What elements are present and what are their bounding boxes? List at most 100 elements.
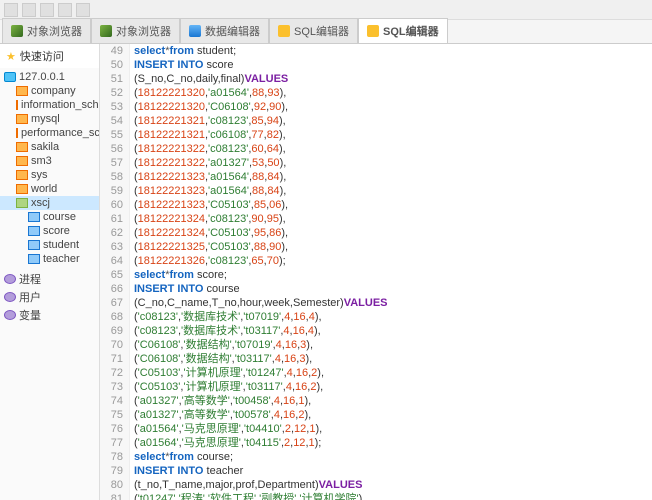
quick-label: 快速访问: [20, 48, 64, 64]
tree-label: information_schema: [21, 99, 100, 111]
folder-icon: [16, 86, 28, 96]
tab-icon: [11, 25, 23, 37]
tab-icon: [100, 25, 112, 37]
code-line[interactable]: 69('c08123','数据库技术','t03117',4,16,4),: [100, 324, 652, 338]
tab[interactable]: SQL编辑器: [269, 18, 358, 43]
code-text: INSERT INTO course: [130, 282, 240, 296]
code-line[interactable]: 75('a01327','高等数学','t00578',4,16,2),: [100, 408, 652, 422]
tree-item[interactable]: 127.0.0.1: [0, 70, 99, 84]
line-number: 59: [100, 184, 130, 198]
code-line[interactable]: 64(18122221326,'c08123',65,70);: [100, 254, 652, 268]
code-line[interactable]: 56(18122221322,'c08123',60,64),: [100, 142, 652, 156]
code-line[interactable]: 67(C_no,C_name,T_no,hour,week,Semester)V…: [100, 296, 652, 310]
code-line[interactable]: 78select*from course;: [100, 450, 652, 464]
line-number: 68: [100, 310, 130, 324]
code-line[interactable]: 68('c08123','数据库技术','t07019',4,16,4),: [100, 310, 652, 324]
code-line[interactable]: 72('C05103','计算机原理','t01247',4,16,2),: [100, 366, 652, 380]
line-number: 78: [100, 450, 130, 464]
code-text: (18122221325,'C05103',88,90),: [130, 240, 288, 254]
line-number: 60: [100, 198, 130, 212]
toolbar-btn[interactable]: [4, 3, 18, 17]
code-line[interactable]: 76('a01564','马克思原理','t04410',2,12,1),: [100, 422, 652, 436]
code-text: (18122221321,'c08123',85,94),: [130, 114, 286, 128]
tree-label: score: [43, 225, 70, 237]
code-line[interactable]: 58(18122221323,'a01564',88,84),: [100, 170, 652, 184]
code-line[interactable]: 61(18122221324,'c08123',90,95),: [100, 212, 652, 226]
db-tree: 127.0.0.1companyinformation_schemamysqlp…: [0, 68, 99, 326]
code-line[interactable]: 51(S_no,C_no,daily,final)VALUES: [100, 72, 652, 86]
code-line[interactable]: 77('a01564','马克思原理','t04115',2,12,1);: [100, 436, 652, 450]
tree-item[interactable]: information_schema: [0, 98, 99, 112]
code-line[interactable]: 49select*from student;: [100, 44, 652, 58]
tree-item[interactable]: course: [0, 210, 99, 224]
code-line[interactable]: 63(18122221325,'C05103',88,90),: [100, 240, 652, 254]
code-line[interactable]: 54(18122221321,'c08123',85,94),: [100, 114, 652, 128]
code-line[interactable]: 55(18122221321,'c06108',77,82),: [100, 128, 652, 142]
code-line[interactable]: 50INSERT INTO score: [100, 58, 652, 72]
tree-label: sakila: [31, 141, 59, 153]
line-number: 75: [100, 408, 130, 422]
code-line[interactable]: 80(t_no,T_name,major,prof,Department)VAL…: [100, 478, 652, 492]
tree-item[interactable]: 用户: [0, 288, 99, 306]
tree-item[interactable]: score: [0, 224, 99, 238]
code-line[interactable]: 81('t01247','程涛','软件工程','副教授','计算机学院'),: [100, 492, 652, 500]
line-number: 50: [100, 58, 130, 72]
tree-item[interactable]: mysql: [0, 112, 99, 126]
quick-access[interactable]: ★ 快速访问: [0, 44, 99, 68]
code-line[interactable]: 65select*from score;: [100, 268, 652, 282]
sidebar: ★ 快速访问 127.0.0.1companyinformation_schem…: [0, 44, 100, 500]
toolbar-btn[interactable]: [58, 3, 72, 17]
tree-item[interactable]: 进程: [0, 270, 99, 288]
tab[interactable]: SQL编辑器: [358, 18, 448, 43]
tree-label: mysql: [31, 113, 60, 125]
code-line[interactable]: 70('C06108','数据结构','t07019',4,16,3),: [100, 338, 652, 352]
code-line[interactable]: 62(18122221324,'C05103',95,86),: [100, 226, 652, 240]
tree-item[interactable]: performance_schema: [0, 126, 99, 140]
tree-item[interactable]: teacher: [0, 252, 99, 266]
tree-item[interactable]: world: [0, 182, 99, 196]
line-number: 58: [100, 170, 130, 184]
line-number: 65: [100, 268, 130, 282]
code-text: ('C06108','数据结构','t03117',4,16,3),: [130, 352, 312, 366]
tab-bar: 对象浏览器对象浏览器数据编辑器SQL编辑器SQL编辑器: [0, 20, 652, 44]
code-text: (18122221326,'c08123',65,70);: [130, 254, 286, 268]
line-number: 79: [100, 464, 130, 478]
toolbar-btn[interactable]: [22, 3, 36, 17]
code-line[interactable]: 74('a01327','高等数学','t00458',4,16,1),: [100, 394, 652, 408]
code-line[interactable]: 59(18122221323,'a01564',88,84),: [100, 184, 652, 198]
tab[interactable]: 数据编辑器: [180, 18, 269, 43]
tab-icon: [189, 25, 201, 37]
code-line[interactable]: 66INSERT INTO course: [100, 282, 652, 296]
tab[interactable]: 对象浏览器: [2, 18, 91, 43]
code-text: (18122221322,'a01327',53,50),: [130, 156, 286, 170]
code-text: INSERT INTO teacher: [130, 464, 243, 478]
sql-editor[interactable]: 49select*from student;50INSERT INTO scor…: [100, 44, 652, 500]
toolbar-btn[interactable]: [40, 3, 54, 17]
code-line[interactable]: 57(18122221322,'a01327',53,50),: [100, 156, 652, 170]
code-line[interactable]: 53(18122221320,'C06108',92,90),: [100, 100, 652, 114]
tree-item[interactable]: student: [0, 238, 99, 252]
tree-item[interactable]: company: [0, 84, 99, 98]
line-number: 77: [100, 436, 130, 450]
code-line[interactable]: 71('C06108','数据结构','t03117',4,16,3),: [100, 352, 652, 366]
tab[interactable]: 对象浏览器: [91, 18, 180, 43]
toolbar-btn[interactable]: [76, 3, 90, 17]
code-line[interactable]: 73('C05103','计算机原理','t03117',4,16,2),: [100, 380, 652, 394]
folder-icon: [16, 114, 28, 124]
code-line[interactable]: 60(18122221323,'C05103',85,06),: [100, 198, 652, 212]
code-line[interactable]: 79INSERT INTO teacher: [100, 464, 652, 478]
folder-icon: [16, 128, 18, 138]
tree-item[interactable]: xscj: [0, 196, 99, 210]
code-text: (18122221320,'a01564',88,93),: [130, 86, 286, 100]
line-number: 62: [100, 226, 130, 240]
code-text: (t_no,T_name,major,prof,Department)VALUE…: [130, 478, 362, 492]
tree-label: 用户: [19, 289, 41, 305]
line-number: 80: [100, 478, 130, 492]
code-text: (18122221324,'C05103',95,86),: [130, 226, 288, 240]
tree-item[interactable]: sakila: [0, 140, 99, 154]
tree-item[interactable]: sys: [0, 168, 99, 182]
line-number: 55: [100, 128, 130, 142]
code-line[interactable]: 52(18122221320,'a01564',88,93),: [100, 86, 652, 100]
tree-item[interactable]: sm3: [0, 154, 99, 168]
tree-item[interactable]: 变量: [0, 306, 99, 324]
